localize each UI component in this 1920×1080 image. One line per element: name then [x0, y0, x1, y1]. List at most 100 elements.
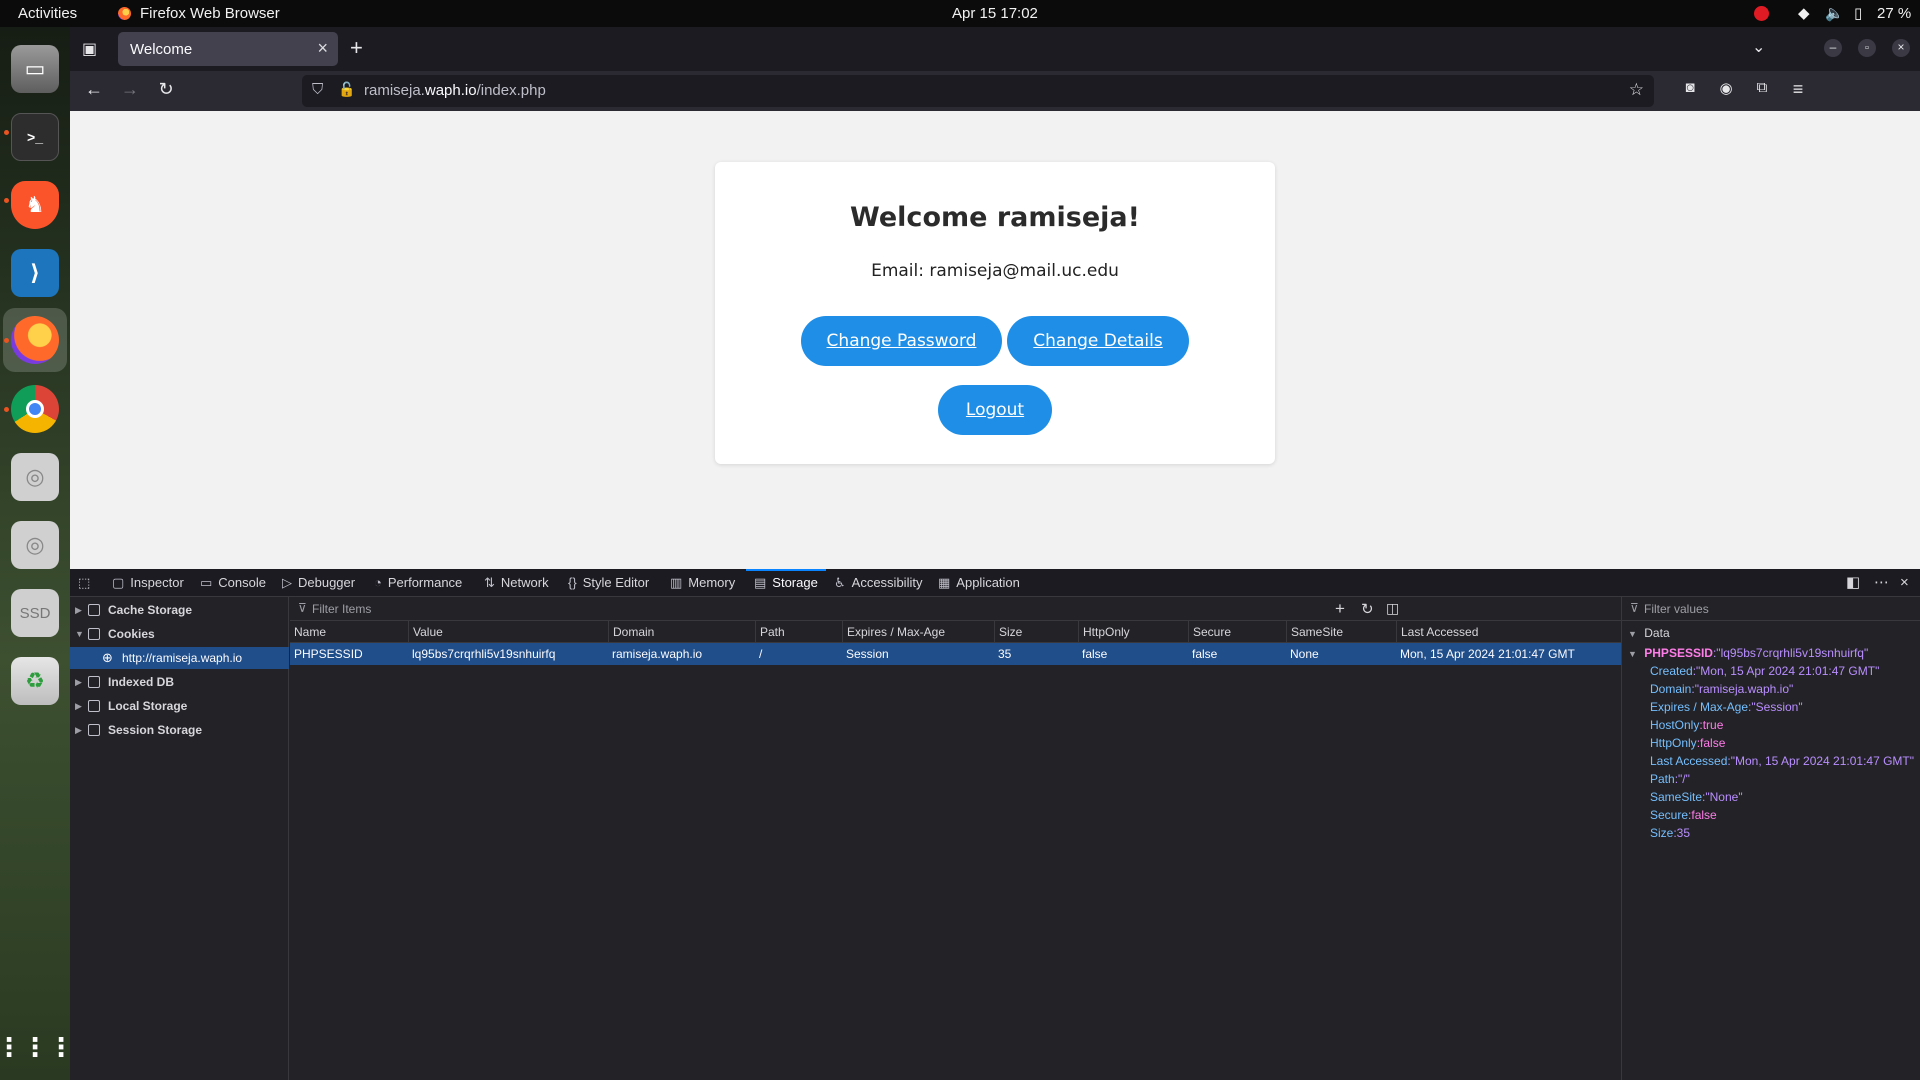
battery-icon[interactable]: ▯	[1854, 4, 1862, 22]
brave-browser-icon[interactable]: ♞	[11, 181, 59, 229]
reload-icon[interactable]: ↻	[154, 79, 178, 100]
add-item-icon[interactable]: +	[1335, 599, 1345, 619]
focused-app-name[interactable]: Firefox Web Browser	[140, 5, 280, 22]
firefox-icon[interactable]	[11, 316, 59, 364]
detail-entry[interactable]: Domain:"ramiseja.waph.io"	[1650, 680, 1793, 698]
filter-values-bar[interactable]: ⊽ Filter values	[1622, 597, 1920, 621]
data-section-header[interactable]: ▼ Data	[1628, 623, 1670, 643]
tab-console[interactable]: ▭ Console	[200, 569, 266, 597]
close-window-icon[interactable]: ×	[1892, 39, 1910, 57]
close-devtools-icon[interactable]: ×	[1900, 569, 1909, 597]
expand-arrow-icon[interactable]: ▶	[75, 695, 82, 717]
ssd-drive-icon[interactable]: SSD	[11, 589, 59, 637]
column-header[interactable]: Domain	[608, 621, 755, 643]
column-header[interactable]: HttpOnly	[1078, 621, 1188, 643]
pocket-icon[interactable]: ◙	[1678, 79, 1702, 96]
list-all-tabs-icon[interactable]: ⌄	[1752, 37, 1765, 57]
detail-entry[interactable]: Expires / Max-Age:"Session"	[1650, 698, 1803, 716]
account-icon[interactable]: ◉	[1714, 79, 1738, 97]
column-header[interactable]: Value	[408, 621, 608, 643]
detail-entry[interactable]: Path:"/"	[1650, 770, 1690, 788]
activities-button[interactable]: Activities	[18, 5, 77, 22]
column-header[interactable]: Name	[290, 621, 408, 643]
detail-entry[interactable]: Created:"Mon, 15 Apr 2024 21:01:47 GMT"	[1650, 662, 1879, 680]
extensions-icon[interactable]: ⧉	[1750, 79, 1774, 96]
column-header[interactable]: Last Accessed	[1396, 621, 1621, 643]
tree-local-storage[interactable]: ▶ Local Storage	[70, 695, 289, 717]
detail-entry[interactable]: Last Accessed:"Mon, 15 Apr 2024 21:01:47…	[1650, 752, 1914, 770]
tree-indexed-db[interactable]: ▶ Indexed DB	[70, 671, 289, 693]
cookie-domain-cell[interactable]: ramiseja.waph.io	[608, 643, 755, 665]
terminal-icon[interactable]: >_	[11, 113, 59, 161]
bookmark-star-icon[interactable]: ☆	[1629, 80, 1644, 100]
menu-hamburger-icon[interactable]: ≡	[1786, 79, 1810, 100]
column-header[interactable]: Size	[994, 621, 1078, 643]
url-bar[interactable]: ⛉ 🔓 ramiseja.waph.io/index.php ☆	[302, 75, 1654, 107]
detail-entry[interactable]: Size:35	[1650, 824, 1690, 842]
detail-entry[interactable]: HttpOnly:false	[1650, 734, 1725, 752]
tab-inspector[interactable]: ▢ Inspector	[112, 569, 184, 597]
back-icon[interactable]: ←	[82, 79, 106, 100]
trash-icon[interactable]: ♻	[11, 657, 59, 705]
cookie-name-cell[interactable]: PHPSESSID	[290, 643, 408, 665]
cookie-last-accessed-cell[interactable]: Mon, 15 Apr 2024 21:01:47 GMT	[1396, 643, 1621, 665]
cookie-expires-cell[interactable]: Session	[842, 643, 994, 665]
vscode-icon[interactable]: ⟩	[11, 249, 59, 297]
restore-icon[interactable]: ▫	[1858, 39, 1876, 57]
more-options-icon[interactable]: ⋯	[1874, 569, 1889, 597]
tab-welcome[interactable]: Welcome ×	[118, 32, 338, 66]
element-picker-icon[interactable]: ⬚	[78, 569, 90, 597]
url-text[interactable]: ramiseja.waph.io/index.php	[364, 82, 546, 99]
show-apps-grid-icon[interactable]: ⋮⋮⋮	[0, 1023, 74, 1071]
column-header[interactable]: Path	[755, 621, 842, 643]
tree-cookie-host[interactable]: ⊕ http://ramiseja.waph.io	[70, 647, 289, 669]
filter-values-input[interactable]: Filter values	[1644, 602, 1709, 616]
detail-entry[interactable]: HostOnly:true	[1650, 716, 1723, 734]
change-details-button[interactable]: Change Details	[1007, 316, 1189, 366]
toggle-sidebar-icon[interactable]: ◫	[1386, 600, 1399, 617]
new-tab-icon[interactable]: +	[350, 35, 363, 61]
tree-session-storage[interactable]: ▶ Session Storage	[70, 719, 289, 741]
change-password-button[interactable]: Change Password	[801, 316, 1002, 366]
clock[interactable]: Apr 15 17:02	[952, 5, 1038, 22]
battery-percent[interactable]: 27 %	[1877, 5, 1911, 22]
tree-cookies[interactable]: ▼ Cookies	[70, 623, 289, 645]
expand-arrow-icon[interactable]: ▶	[75, 599, 82, 621]
do-not-disturb-icon[interactable]	[1754, 6, 1769, 21]
logout-button[interactable]: Logout	[938, 385, 1052, 435]
tab-style-editor[interactable]: {} Style Editor	[568, 569, 649, 597]
column-header[interactable]: Secure	[1188, 621, 1286, 643]
filter-items-bar[interactable]: ⊽ Filter Items	[290, 597, 1621, 621]
tab-performance[interactable]: ◔ Performance	[374, 569, 462, 597]
minimize-icon[interactable]: –	[1824, 39, 1842, 57]
expand-arrow-icon[interactable]: ▶	[75, 719, 82, 741]
column-header[interactable]: Expires / Max-Age	[842, 621, 994, 643]
detail-entry[interactable]: Secure:false	[1650, 806, 1717, 824]
disc-drive-icon[interactable]: ◎	[11, 521, 59, 569]
volume-icon[interactable]: 🔈	[1825, 4, 1844, 22]
close-tab-icon[interactable]: ×	[317, 38, 328, 59]
dock-side-icon[interactable]: ◧	[1846, 569, 1860, 597]
tracking-protection-shield-icon[interactable]: ⛉	[312, 81, 323, 98]
wifi-icon[interactable]: ◆	[1798, 4, 1810, 22]
forward-icon[interactable]: →	[118, 79, 142, 100]
tab-application[interactable]: ▦ Application	[938, 569, 1020, 597]
cookie-path-cell[interactable]: /	[755, 643, 842, 665]
cookie-httponly-cell[interactable]: false	[1078, 643, 1188, 665]
column-header[interactable]: SameSite	[1286, 621, 1396, 643]
cookie-samesite-cell[interactable]: None	[1286, 643, 1396, 665]
tree-cache-storage[interactable]: ▶ Cache Storage	[70, 599, 289, 621]
files-icon[interactable]: ▭	[11, 45, 59, 93]
collapse-arrow-icon[interactable]: ▼	[75, 623, 84, 645]
disc-drive-icon[interactable]: ◎	[11, 453, 59, 501]
tab-memory[interactable]: ▥ Memory	[670, 569, 735, 597]
tab-storage[interactable]: ▤ Storage	[746, 569, 826, 597]
tab-debugger[interactable]: ▷ Debugger	[282, 569, 355, 597]
cookie-root-entry[interactable]: ▼ PHPSESSID:"lq95bs7crqrhli5v19snhuirfq"	[1628, 644, 1868, 662]
refresh-items-icon[interactable]: ↻	[1361, 600, 1374, 618]
cookie-size-cell[interactable]: 35	[994, 643, 1078, 665]
insecure-lock-icon[interactable]: 🔓	[338, 81, 355, 98]
firefox-view-icon[interactable]: ▣	[82, 39, 97, 59]
tab-network[interactable]: ⇅ Network	[484, 569, 549, 597]
tab-accessibility[interactable]: ♿ Accessibility	[834, 569, 922, 597]
